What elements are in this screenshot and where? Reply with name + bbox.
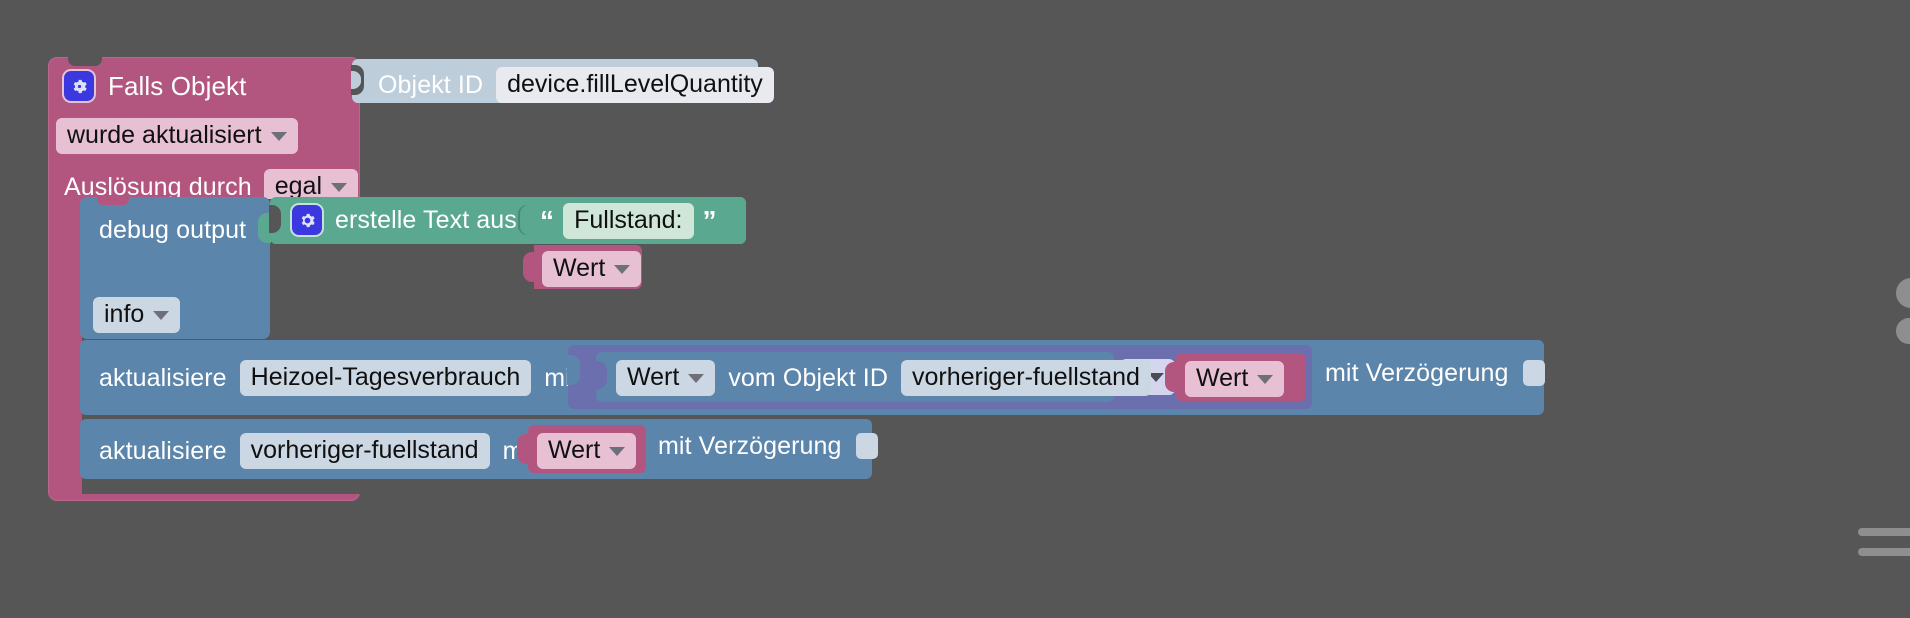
update-1-label: aktualisiere	[99, 363, 227, 392]
objekt-id-value-block[interactable]: Objekt ID device.fillLevelQuantity	[351, 59, 774, 104]
event-block-header: Falls Objekt	[64, 71, 246, 101]
objekt-id-value: device.fillLevelQuantity	[507, 70, 763, 98]
update-1-row: aktualisiere Heizoel-Tagesverbrauch mit	[99, 360, 578, 397]
wert-dropdown-label-3: Wert	[548, 436, 601, 464]
get-value-dropdown[interactable]: Wert	[616, 360, 716, 397]
objekt-id-label: Objekt ID	[378, 70, 484, 99]
chevron-down-icon	[688, 373, 705, 383]
get-value-object-id-value: vorheriger-fuellstand	[912, 363, 1140, 391]
chevron-down-icon	[614, 264, 631, 274]
block-top-notch	[97, 197, 129, 205]
update-1-delay-label: mit Verzögerung	[1325, 358, 1509, 387]
text-string-block[interactable]: “ Fullstand: ”	[530, 197, 746, 244]
condition-dropdown[interactable]: wurde aktualisiert	[56, 118, 298, 155]
wert-dropdown-2[interactable]: Wert	[1185, 361, 1285, 398]
edge-decoration-1	[1896, 278, 1910, 308]
debug-output-label: debug output	[99, 216, 247, 244]
chevron-down-icon	[270, 131, 287, 141]
update-2-object-id-value: vorheriger-fuellstand	[250, 436, 479, 464]
block-top-notch	[97, 419, 129, 427]
wert-dropdown-label-2: Wert	[1196, 364, 1249, 392]
update-2-label: aktualisiere	[99, 436, 227, 465]
text-join-header: erstelle Text aus	[292, 205, 517, 235]
get-value-dropdown-label: Wert	[627, 363, 680, 391]
wert-value-block-2[interactable]: Wert	[1165, 353, 1306, 401]
chevron-down-icon	[331, 182, 347, 192]
update-2-delay-checkbox[interactable]	[855, 433, 878, 459]
update-block-2[interactable]: aktualisiere vorheriger-fuellstand mit m…	[80, 419, 878, 479]
value-output-notch	[595, 361, 607, 389]
edge-decoration-3	[1858, 528, 1910, 536]
block-top-notch	[97, 340, 129, 348]
value-output-notch	[567, 355, 580, 385]
get-value-block[interactable]: Wert vom Objekt ID vorheriger-fuellstand	[595, 352, 1151, 402]
value-output-notch	[269, 205, 281, 233]
chevron-down-icon	[609, 446, 626, 456]
severity-dropdown-label: info	[104, 300, 145, 328]
text-string-field[interactable]: Fullstand:	[563, 203, 694, 240]
update-1-delay-row: mit Verzögerung	[1325, 360, 1545, 386]
value-output-plug	[517, 434, 530, 464]
open-quote-icon: “	[540, 204, 555, 236]
update-2-delay-row: mit Verzögerung	[658, 433, 878, 459]
get-value-from-label: vom Objekt ID	[728, 363, 889, 392]
value-output-plug	[1165, 362, 1178, 392]
chevron-down-icon	[153, 310, 170, 320]
update-2-object-id-field[interactable]: vorheriger-fuellstand	[239, 433, 490, 470]
edge-decoration-2	[1896, 318, 1910, 344]
gear-icon[interactable]	[292, 205, 322, 235]
event-block-title: Falls Objekt	[108, 71, 247, 101]
chevron-down-icon	[1257, 374, 1274, 384]
condition-dropdown-wrap: wurde aktualisiert	[56, 118, 298, 155]
wert-value-block-1[interactable]: Wert	[523, 245, 642, 289]
blockly-workspace[interactable]: Falls Objekt wurde aktualisiert Auslösun…	[0, 0, 1910, 618]
close-quote-icon: ”	[702, 204, 717, 236]
severity-dropdown[interactable]: info	[93, 297, 181, 334]
debug-output-block[interactable]: debug output info	[80, 197, 271, 339]
text-string-value: Fullstand:	[574, 206, 683, 234]
block-top-notch	[68, 57, 102, 66]
text-string-row: “ Fullstand: ”	[540, 203, 717, 240]
update-1-delay-checkbox[interactable]	[1522, 360, 1545, 386]
value-output-plug	[523, 252, 536, 282]
edge-decoration-4	[1858, 548, 1910, 556]
objekt-id-row: Objekt ID device.fillLevelQuantity	[378, 67, 774, 104]
get-value-object-id-field[interactable]: vorheriger-fuellstand	[901, 360, 1151, 397]
objekt-id-field[interactable]: device.fillLevelQuantity	[496, 67, 774, 104]
wert-dropdown-1[interactable]: Wert	[542, 251, 642, 288]
wert-dropdown-3[interactable]: Wert	[537, 433, 637, 470]
get-value-row: Wert vom Objekt ID vorheriger-fuellstand	[616, 360, 1151, 397]
update-1-object-id-value: Heizoel-Tagesverbrauch	[250, 363, 521, 391]
trigger-dropdown-label: egal	[274, 172, 322, 200]
update-2-row: aktualisiere vorheriger-fuellstand mit	[99, 433, 536, 470]
gear-icon[interactable]	[64, 71, 94, 101]
update-2-delay-label: mit Verzögerung	[658, 431, 842, 460]
text-join-label: erstelle Text aus	[335, 205, 517, 234]
update-1-object-id-field[interactable]: Heizoel-Tagesverbrauch	[239, 360, 532, 397]
wert-value-block-3[interactable]: Wert	[517, 425, 646, 473]
wert-dropdown-label-1: Wert	[553, 254, 606, 282]
condition-dropdown-label: wurde aktualisiert	[67, 121, 262, 149]
trigger-label: Auslösung durch	[64, 172, 252, 201]
